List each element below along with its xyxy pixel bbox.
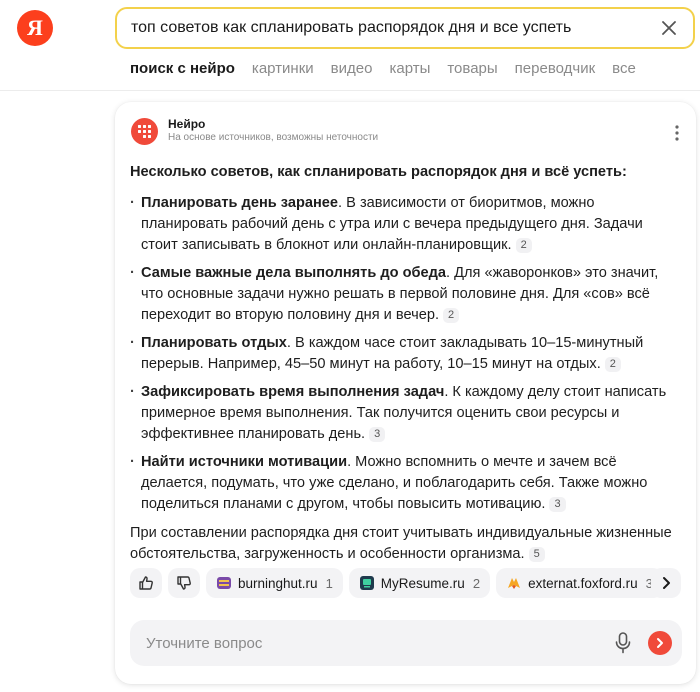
more-icon[interactable]	[672, 124, 682, 142]
send-button[interactable]	[648, 631, 672, 655]
burninghut-favicon-icon	[216, 575, 232, 591]
answer-content: Несколько советов, как спланировать расп…	[130, 162, 682, 565]
send-arrow-icon	[657, 638, 663, 648]
list-item: Найти источники мотивации. Можно вспомни…	[130, 452, 682, 515]
card-header: Нейро На основе источников, возможны нет…	[131, 117, 378, 145]
list-item: Планировать отдых. В каждом часе стоит з…	[130, 333, 682, 375]
tab-maps[interactable]: карты	[389, 60, 430, 80]
card-subtitle: На основе источников, возможны неточност…	[168, 132, 379, 143]
microphone-icon[interactable]	[612, 631, 634, 655]
tab-products[interactable]: товары	[447, 60, 497, 80]
search-input[interactable]: топ советов как спланировать распорядок …	[131, 19, 657, 37]
item-heading: Планировать отдых	[141, 335, 287, 351]
list-item: Планировать день заранее. В зависимости …	[130, 193, 682, 256]
chevron-right-icon	[663, 577, 670, 589]
like-button[interactable]	[130, 568, 162, 598]
source-name: externat.foxford.ru	[528, 575, 638, 591]
source-count: 2	[472, 575, 481, 591]
foxford-favicon-icon	[506, 575, 522, 591]
item-heading: Найти источники мотивации	[141, 454, 348, 470]
page: Я топ советов как спланировать распорядо…	[0, 0, 700, 692]
dislike-button[interactable]	[168, 568, 200, 598]
list-item: Зафиксировать время выполнения задач. К …	[130, 382, 682, 445]
source-ref-badge[interactable]: 3	[369, 427, 386, 442]
source-name: MyResume.ru	[380, 575, 465, 591]
source-ref-badge[interactable]: 3	[549, 497, 566, 512]
thumbs-up-icon	[139, 576, 153, 590]
search-tabs: поиск с нейро картинки видео карты товар…	[130, 60, 653, 80]
source-count: 1	[325, 575, 333, 591]
header-divider	[0, 90, 700, 91]
tab-video[interactable]: видео	[331, 60, 373, 80]
tab-neuro-search[interactable]: поиск с нейро	[130, 60, 235, 80]
answer-outro: При составлении распорядка дня стоит учи…	[130, 523, 682, 565]
neuro-logo-icon	[131, 117, 158, 145]
tab-translator[interactable]: переводчик	[515, 60, 595, 80]
source-ref-badge[interactable]: 2	[443, 308, 460, 323]
item-heading: Планировать день заранее	[141, 195, 339, 211]
card-title: Нейро	[168, 117, 206, 131]
myresume-favicon-icon	[359, 575, 375, 591]
source-ref-badge[interactable]: 2	[515, 238, 532, 253]
neuro-answer-card: Нейро На основе источников, возможны нет…	[115, 102, 696, 684]
follow-up-input[interactable]	[146, 634, 612, 652]
source-ref-badge[interactable]: 5	[528, 547, 545, 562]
answer-intro: Несколько советов, как спланировать расп…	[130, 164, 627, 180]
outro-text: При составлении распорядка дня стоит учи…	[130, 525, 672, 562]
clear-icon[interactable]	[657, 16, 681, 40]
item-heading: Самые важные дела выполнять до обеда	[141, 265, 447, 281]
tab-all[interactable]: все	[612, 60, 636, 80]
source-chip-myresume[interactable]: MyResume.ru 2	[348, 568, 491, 598]
yandex-logo[interactable]: Я	[17, 10, 53, 46]
source-chip-foxford[interactable]: externat.foxford.ru 3	[496, 568, 663, 598]
list-item: Самые важные дела выполнять до обеда. Дл…	[130, 263, 682, 326]
follow-up-box	[130, 620, 682, 666]
item-heading: Зафиксировать время выполнения задач	[141, 384, 445, 400]
sources-row: burninghut.ru 1 MyResume.ru 2 externat.f…	[130, 568, 669, 598]
source-ref-badge[interactable]: 2	[604, 357, 621, 372]
thumbs-down-icon	[177, 576, 191, 590]
tab-images[interactable]: картинки	[252, 60, 314, 80]
sources-next-button[interactable]	[651, 568, 681, 598]
source-chip-burninghut[interactable]: burninghut.ru 1	[206, 568, 343, 598]
search-box[interactable]: топ советов как спланировать распорядок …	[115, 7, 695, 49]
source-name: burninghut.ru	[238, 575, 318, 591]
